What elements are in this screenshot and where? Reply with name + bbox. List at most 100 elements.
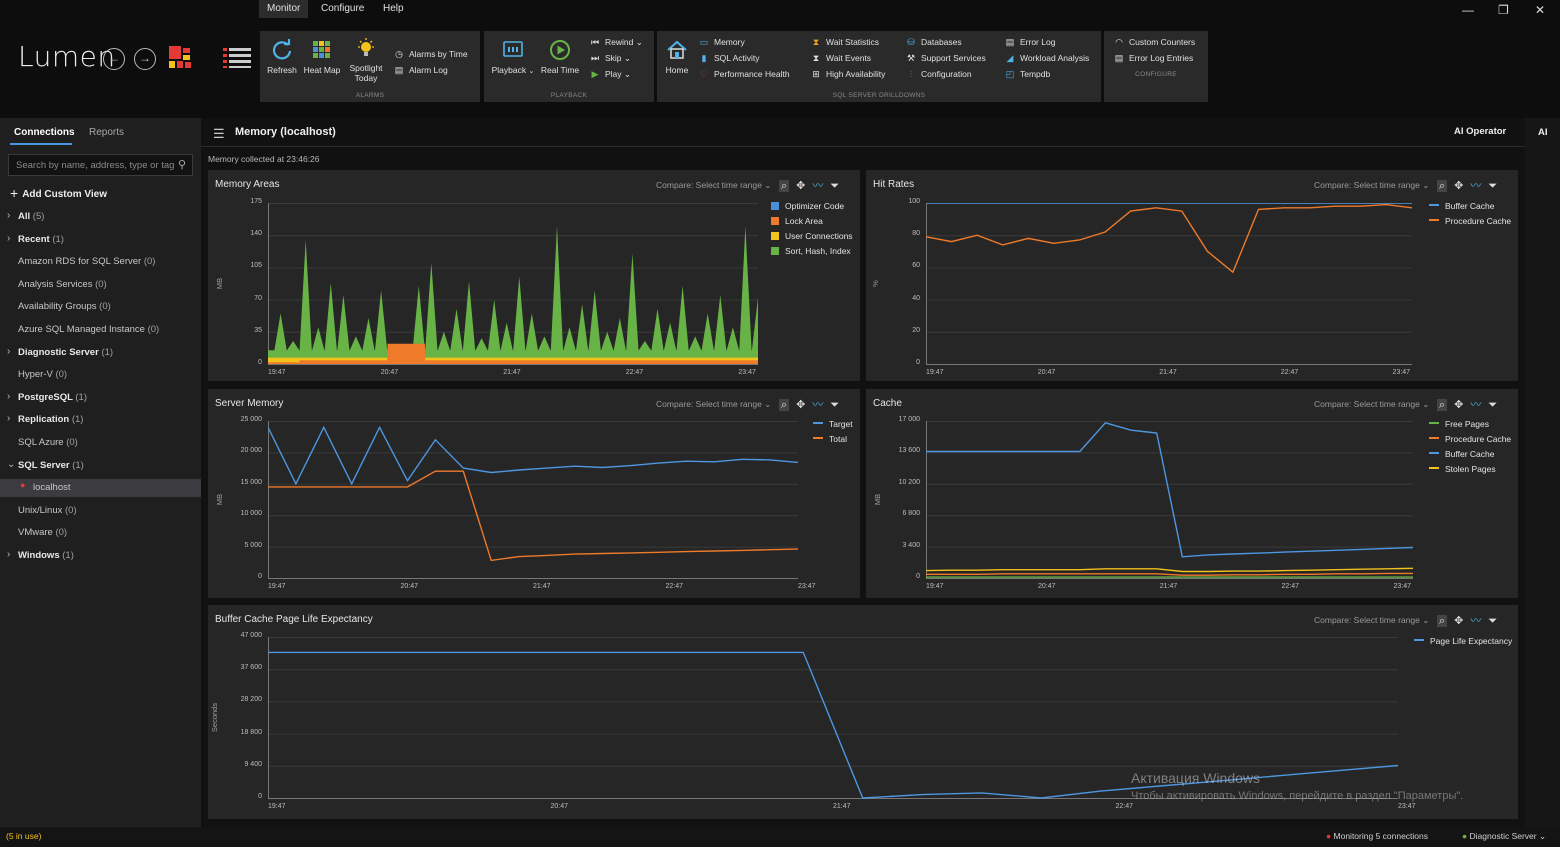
playback-button[interactable]: Playback ⌄: [488, 39, 538, 75]
memory-button[interactable]: ▭ Memory: [699, 37, 745, 48]
wait-events-button[interactable]: ⧗ Wait Events: [811, 53, 871, 64]
monitoring-status[interactable]: ● Monitoring 5 connections: [1326, 831, 1428, 841]
restore-icon[interactable]: ❐: [1498, 3, 1509, 17]
filter-icon[interactable]: ⏷: [830, 399, 839, 411]
chevron-right-icon[interactable]: ›: [7, 549, 10, 560]
filter-icon[interactable]: ⏷: [1488, 399, 1497, 411]
sidebar-item-postgresql[interactable]: › PostgreSQL (1): [0, 389, 201, 407]
chevron-down-icon[interactable]: ⌄: [7, 459, 15, 470]
spotlight-today-button[interactable]: Spotlight Today: [346, 37, 386, 83]
forward-icon[interactable]: →: [134, 48, 156, 70]
legend-item[interactable]: Procedure Cache: [1429, 216, 1511, 231]
search-input[interactable]: Search by name, address, type or tag ⚲: [8, 154, 193, 176]
chevron-right-icon[interactable]: ›: [7, 346, 10, 357]
legend-item[interactable]: Procedure Cache: [1429, 434, 1511, 449]
sidebar-item-all[interactable]: › All (5): [0, 208, 201, 226]
sidebar-item-recent[interactable]: › Recent (1): [0, 231, 201, 249]
sidebar-item-amazon-rds-for-sql-server[interactable]: Amazon RDS for SQL Server (0): [0, 253, 201, 271]
pan-icon[interactable]: ✥: [1454, 615, 1463, 627]
alarm-log-button[interactable]: ▤ Alarm Log: [394, 65, 448, 76]
performance-health-button[interactable]: ♡ Performance Health: [699, 69, 790, 80]
filter-icon[interactable]: ⏷: [1488, 615, 1497, 627]
heatmap-button[interactable]: Heat Map: [300, 39, 344, 75]
minimize-icon[interactable]: —: [1462, 3, 1474, 17]
trend-icon[interactable]: 〰: [1470, 399, 1481, 411]
ai-tab[interactable]: AI: [1538, 127, 1548, 138]
heatmap-logo-icon[interactable]: [169, 46, 199, 70]
chevron-right-icon[interactable]: ›: [7, 210, 10, 221]
menu-monitor[interactable]: Monitor: [259, 0, 309, 18]
legend-item[interactable]: Sort, Hash, Index: [771, 246, 853, 261]
legend-item[interactable]: Buffer Cache: [1429, 201, 1511, 216]
workload-analysis-button[interactable]: ◢ Workload Analysis: [1005, 53, 1090, 64]
sidebar-item-hyper-v[interactable]: Hyper-V (0): [0, 366, 201, 384]
databases-button[interactable]: ⛁ Databases: [906, 37, 961, 48]
tempdb-button[interactable]: ◰ Tempdb: [1005, 69, 1051, 80]
sidebar-item-sql-azure[interactable]: SQL Azure (0): [0, 434, 201, 452]
compare-time-range-dropdown[interactable]: Compare: Select time range ⌄: [1314, 615, 1429, 626]
wait-statistics-button[interactable]: ⧗ Wait Statistics: [811, 37, 879, 48]
diagnostic-server-status[interactable]: ● Diagnostic Server ⌄: [1462, 831, 1546, 842]
support-services-button[interactable]: ⚒ Support Services: [906, 53, 986, 64]
error-log-button[interactable]: ▤ Error Log: [1005, 37, 1056, 48]
legend-item[interactable]: Total: [813, 434, 853, 449]
legend-item[interactable]: Stolen Pages: [1429, 464, 1511, 479]
pan-icon[interactable]: ✥: [1454, 399, 1463, 411]
sidebar-item-windows[interactable]: › Windows (1): [0, 547, 201, 565]
legend-item[interactable]: Target: [813, 419, 853, 434]
sidebar-item-azure-sql-managed-instance[interactable]: Azure SQL Managed Instance (0): [0, 321, 201, 339]
sidebar-item-analysis-services[interactable]: Analysis Services (0): [0, 276, 201, 294]
pan-icon[interactable]: ✥: [796, 180, 805, 192]
custom-counters-button[interactable]: ◠ Custom Counters: [1114, 37, 1195, 48]
sidebar-item-replication[interactable]: › Replication (1): [0, 411, 201, 429]
compare-time-range-dropdown[interactable]: Compare: Select time range ⌄: [1314, 399, 1429, 410]
tab-reports[interactable]: Reports: [89, 127, 124, 138]
play-button[interactable]: ▶ Play ⌄: [590, 69, 632, 80]
sidebar-item-unix-linux[interactable]: Unix/Linux (0): [0, 502, 201, 520]
refresh-button[interactable]: Refresh: [266, 39, 298, 75]
back-icon[interactable]: ←: [103, 48, 125, 70]
hamburger-icon[interactable]: ☰: [213, 126, 225, 142]
chevron-right-icon[interactable]: ›: [7, 413, 10, 424]
home-button[interactable]: Home: [661, 39, 693, 75]
sidebar-item-sql-server[interactable]: ⌄ SQL Server (1): [0, 457, 201, 475]
compare-time-range-dropdown[interactable]: Compare: Select time range ⌄: [656, 180, 771, 191]
close-icon[interactable]: ✕: [1535, 3, 1545, 17]
tab-connections[interactable]: Connections: [14, 127, 75, 138]
add-custom-view-button[interactable]: + Add Custom View: [10, 185, 107, 201]
legend-item[interactable]: Free Pages: [1429, 419, 1511, 434]
legend-item[interactable]: Lock Area: [771, 216, 853, 231]
rewind-button[interactable]: ⏮ Rewind ⌄: [590, 37, 643, 48]
compare-time-range-dropdown[interactable]: Compare: Select time range ⌄: [656, 399, 771, 410]
sidebar-item-availability-groups[interactable]: Availability Groups (0): [0, 298, 201, 316]
configuration-button[interactable]: ⫶ Configuration: [906, 69, 972, 80]
chevron-right-icon[interactable]: ›: [7, 391, 10, 402]
pan-icon[interactable]: ✥: [1454, 180, 1463, 192]
sql-activity-button[interactable]: ▮ SQL Activity: [699, 53, 760, 64]
sidebar-item-diagnostic-server[interactable]: › Diagnostic Server (1): [0, 344, 201, 362]
compare-time-range-dropdown[interactable]: Compare: Select time range ⌄: [1314, 180, 1429, 191]
alarms-by-time-button[interactable]: ◷ Alarms by Time: [394, 49, 468, 60]
trend-icon[interactable]: 〰: [1470, 615, 1481, 627]
legend-item[interactable]: User Connections: [771, 231, 853, 246]
high-availability-button[interactable]: ⊞ High Availability: [811, 69, 885, 80]
error-log-entries-button[interactable]: ▤ Error Log Entries: [1114, 53, 1194, 64]
real-time-button[interactable]: Real Time: [538, 39, 582, 75]
list-view-icon[interactable]: [223, 48, 251, 68]
legend-item[interactable]: Optimizer Code: [771, 201, 853, 216]
pan-icon[interactable]: ✥: [796, 399, 805, 411]
zoom-icon[interactable]: ⌕: [1437, 180, 1448, 192]
skip-button[interactable]: ⏭ Skip ⌄: [590, 53, 631, 64]
filter-icon[interactable]: ⏷: [830, 180, 839, 192]
trend-icon[interactable]: 〰: [1470, 180, 1481, 192]
zoom-icon[interactable]: ⌕: [1437, 399, 1448, 411]
legend-item[interactable]: Page Life Expectancy: [1414, 636, 1512, 651]
sidebar-item-vmware[interactable]: VMware (0): [0, 524, 201, 542]
zoom-icon[interactable]: ⌕: [779, 180, 790, 192]
menu-configure[interactable]: Configure: [313, 0, 372, 18]
chevron-right-icon[interactable]: ›: [7, 233, 10, 244]
filter-icon[interactable]: ⏷: [1488, 180, 1497, 192]
menu-help[interactable]: Help: [375, 0, 412, 18]
zoom-icon[interactable]: ⌕: [1437, 615, 1448, 627]
trend-icon[interactable]: 〰: [812, 399, 823, 411]
